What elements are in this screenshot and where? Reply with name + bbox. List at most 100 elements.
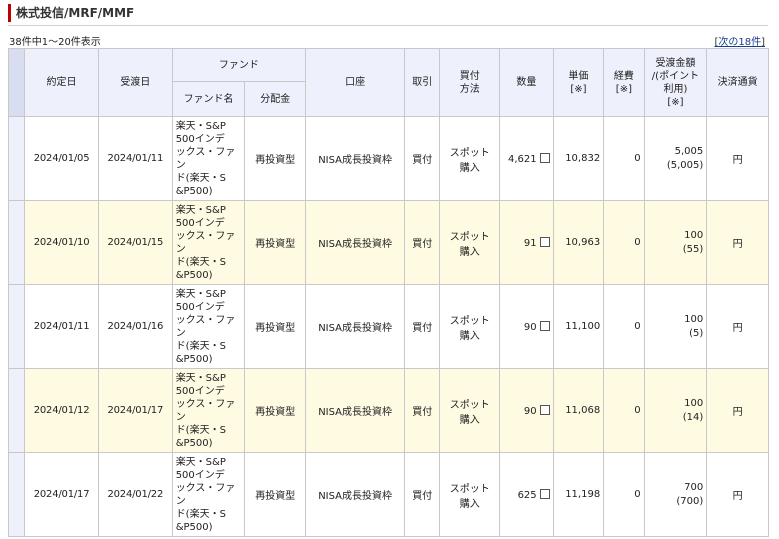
- currency-cell: 円: [706, 116, 769, 201]
- trade-date-cell: 2024/01/05: [24, 116, 99, 201]
- amount-value: 5,005: [674, 145, 704, 157]
- trade-date-cell: 2024/01/11: [24, 284, 99, 369]
- transaction-cell: 買付: [404, 200, 441, 285]
- points-value: (14): [682, 411, 704, 423]
- quantity-checkbox[interactable]: [539, 488, 550, 499]
- header-fund-group: ファンド: [171, 48, 307, 82]
- currency-cell: 円: [706, 284, 769, 369]
- currency-cell: 円: [706, 200, 769, 285]
- buy-method-cell: スポット 購入: [439, 452, 501, 537]
- header-quantity: 数量: [499, 48, 554, 117]
- header-transaction: 取引: [404, 48, 441, 117]
- amount-value: 100: [684, 397, 704, 409]
- header-settle-amount: 受渡金額 /(ポイント 利用) [※]: [643, 48, 708, 117]
- table-row: 2024/01/17 2024/01/22 楽天・S&P 500インデ ックス・…: [7, 452, 769, 537]
- expenses-cell: 0: [603, 452, 645, 537]
- fund-name-cell: 楽天・S&P 500インデ ックス・ファン ド(楽天・S &P500): [171, 116, 246, 201]
- header-expenses: 経費 [※]: [603, 48, 645, 117]
- transaction-cell: 買付: [404, 452, 441, 537]
- buy-method-cell: スポット 購入: [439, 116, 501, 201]
- header-buy-method: 買付 方法: [439, 48, 501, 117]
- unit-price-cell: 10,832: [552, 116, 605, 201]
- quantity-value: 90: [523, 405, 537, 417]
- trade-date-cell: 2024/01/12: [24, 368, 99, 453]
- account-cell: NISA成長投資枠: [305, 116, 406, 201]
- row-marker: [7, 200, 26, 285]
- quantity-value: 625: [517, 489, 537, 501]
- unit-price-cell: 10,963: [552, 200, 605, 285]
- distribution-cell: 再投資型: [244, 200, 307, 285]
- result-count: 38件中1～20件表示: [9, 37, 101, 48]
- quantity-cell: 90: [499, 368, 554, 453]
- fund-name-cell: 楽天・S&P 500インデ ックス・ファン ド(楽天・S &P500): [171, 368, 246, 453]
- title-divider: [8, 25, 768, 26]
- settle-amount-cell: 100 (14): [643, 368, 708, 453]
- currency-cell: 円: [706, 368, 769, 453]
- points-value: (55): [682, 243, 704, 255]
- account-cell: NISA成長投資枠: [305, 452, 406, 537]
- quantity-cell: 625: [499, 452, 554, 537]
- trade-date-cell: 2024/01/10: [24, 200, 99, 285]
- unit-price-cell: 11,068: [552, 368, 605, 453]
- table-row: 2024/01/11 2024/01/16 楽天・S&P 500インデ ックス・…: [7, 284, 769, 369]
- settle-amount-cell: 700 (700): [643, 452, 708, 537]
- quantity-cell: 90: [499, 284, 554, 369]
- header-currency: 決済通貨: [706, 48, 769, 117]
- expenses-cell: 0: [603, 284, 645, 369]
- settle-date-cell: 2024/01/16: [97, 284, 173, 369]
- header-distribution: 分配金: [244, 81, 307, 117]
- buy-method-cell: スポット 購入: [439, 368, 501, 453]
- buy-method-cell: スポット 購入: [439, 284, 501, 369]
- distribution-cell: 再投資型: [244, 116, 307, 201]
- fund-name-cell: 楽天・S&P 500インデ ックス・ファン ド(楽天・S &P500): [171, 200, 246, 285]
- distribution-cell: 再投資型: [244, 284, 307, 369]
- row-marker: [7, 368, 26, 453]
- trade-history-table: 約定日 受渡日 ファンド 口座 取引 買付 方法 数量 単価 [※] 経費 [※…: [7, 48, 769, 537]
- transaction-cell: 買付: [404, 368, 441, 453]
- expenses-cell: 0: [603, 368, 645, 453]
- settle-amount-cell: 100 (55): [643, 200, 708, 285]
- next-link-label[interactable]: 次の18件: [718, 37, 761, 48]
- settle-date-cell: 2024/01/17: [97, 368, 173, 453]
- fund-name-cell: 楽天・S&P 500インデ ックス・ファン ド(楽天・S &P500): [171, 452, 246, 537]
- quantity-checkbox[interactable]: [539, 236, 550, 247]
- header-unit-price: 単価 [※]: [552, 48, 605, 117]
- next-page-link[interactable]: [次の18件]: [714, 33, 765, 48]
- table-row: 2024/01/05 2024/01/11 楽天・S&P 500インデ ックス・…: [7, 116, 769, 201]
- points-value: (5): [689, 327, 704, 339]
- amount-value: 100: [684, 229, 704, 241]
- unit-price-cell: 11,198: [552, 452, 605, 537]
- distribution-cell: 再投資型: [244, 368, 307, 453]
- transaction-cell: 買付: [404, 116, 441, 201]
- quantity-cell: 91: [499, 200, 554, 285]
- settle-amount-cell: 100 (5): [643, 284, 708, 369]
- next-link-bracket-close: ]: [761, 37, 765, 48]
- page-title: 株式投信/MRF/MMF: [8, 4, 134, 22]
- quantity-value: 4,621: [508, 153, 537, 165]
- settle-date-cell: 2024/01/11: [97, 116, 173, 201]
- header-fund-name: ファンド名: [171, 81, 246, 117]
- header-settle-date: 受渡日: [97, 48, 173, 117]
- row-marker: [7, 116, 26, 201]
- buy-method-cell: スポット 購入: [439, 200, 501, 285]
- quantity-checkbox[interactable]: [539, 152, 550, 163]
- quantity-cell: 4,621: [499, 116, 554, 201]
- header-corner: [7, 48, 26, 117]
- transaction-cell: 買付: [404, 284, 441, 369]
- expenses-cell: 0: [603, 200, 645, 285]
- row-marker: [7, 284, 26, 369]
- points-value: (700): [676, 495, 704, 507]
- table-row: 2024/01/10 2024/01/15 楽天・S&P 500インデ ックス・…: [7, 200, 769, 285]
- quantity-value: 91: [523, 237, 537, 249]
- quantity-checkbox[interactable]: [539, 404, 550, 415]
- expenses-cell: 0: [603, 116, 645, 201]
- settle-date-cell: 2024/01/22: [97, 452, 173, 537]
- account-cell: NISA成長投資枠: [305, 368, 406, 453]
- quantity-checkbox[interactable]: [539, 320, 550, 331]
- header-account: 口座: [305, 48, 406, 117]
- points-value: (5,005): [666, 159, 704, 171]
- trade-history-page: 株式投信/MRF/MMF 38件中1～20件表示 [次の18件] 約定日 受渡日…: [0, 0, 779, 539]
- row-marker: [7, 452, 26, 537]
- distribution-cell: 再投資型: [244, 452, 307, 537]
- amount-value: 100: [684, 313, 704, 325]
